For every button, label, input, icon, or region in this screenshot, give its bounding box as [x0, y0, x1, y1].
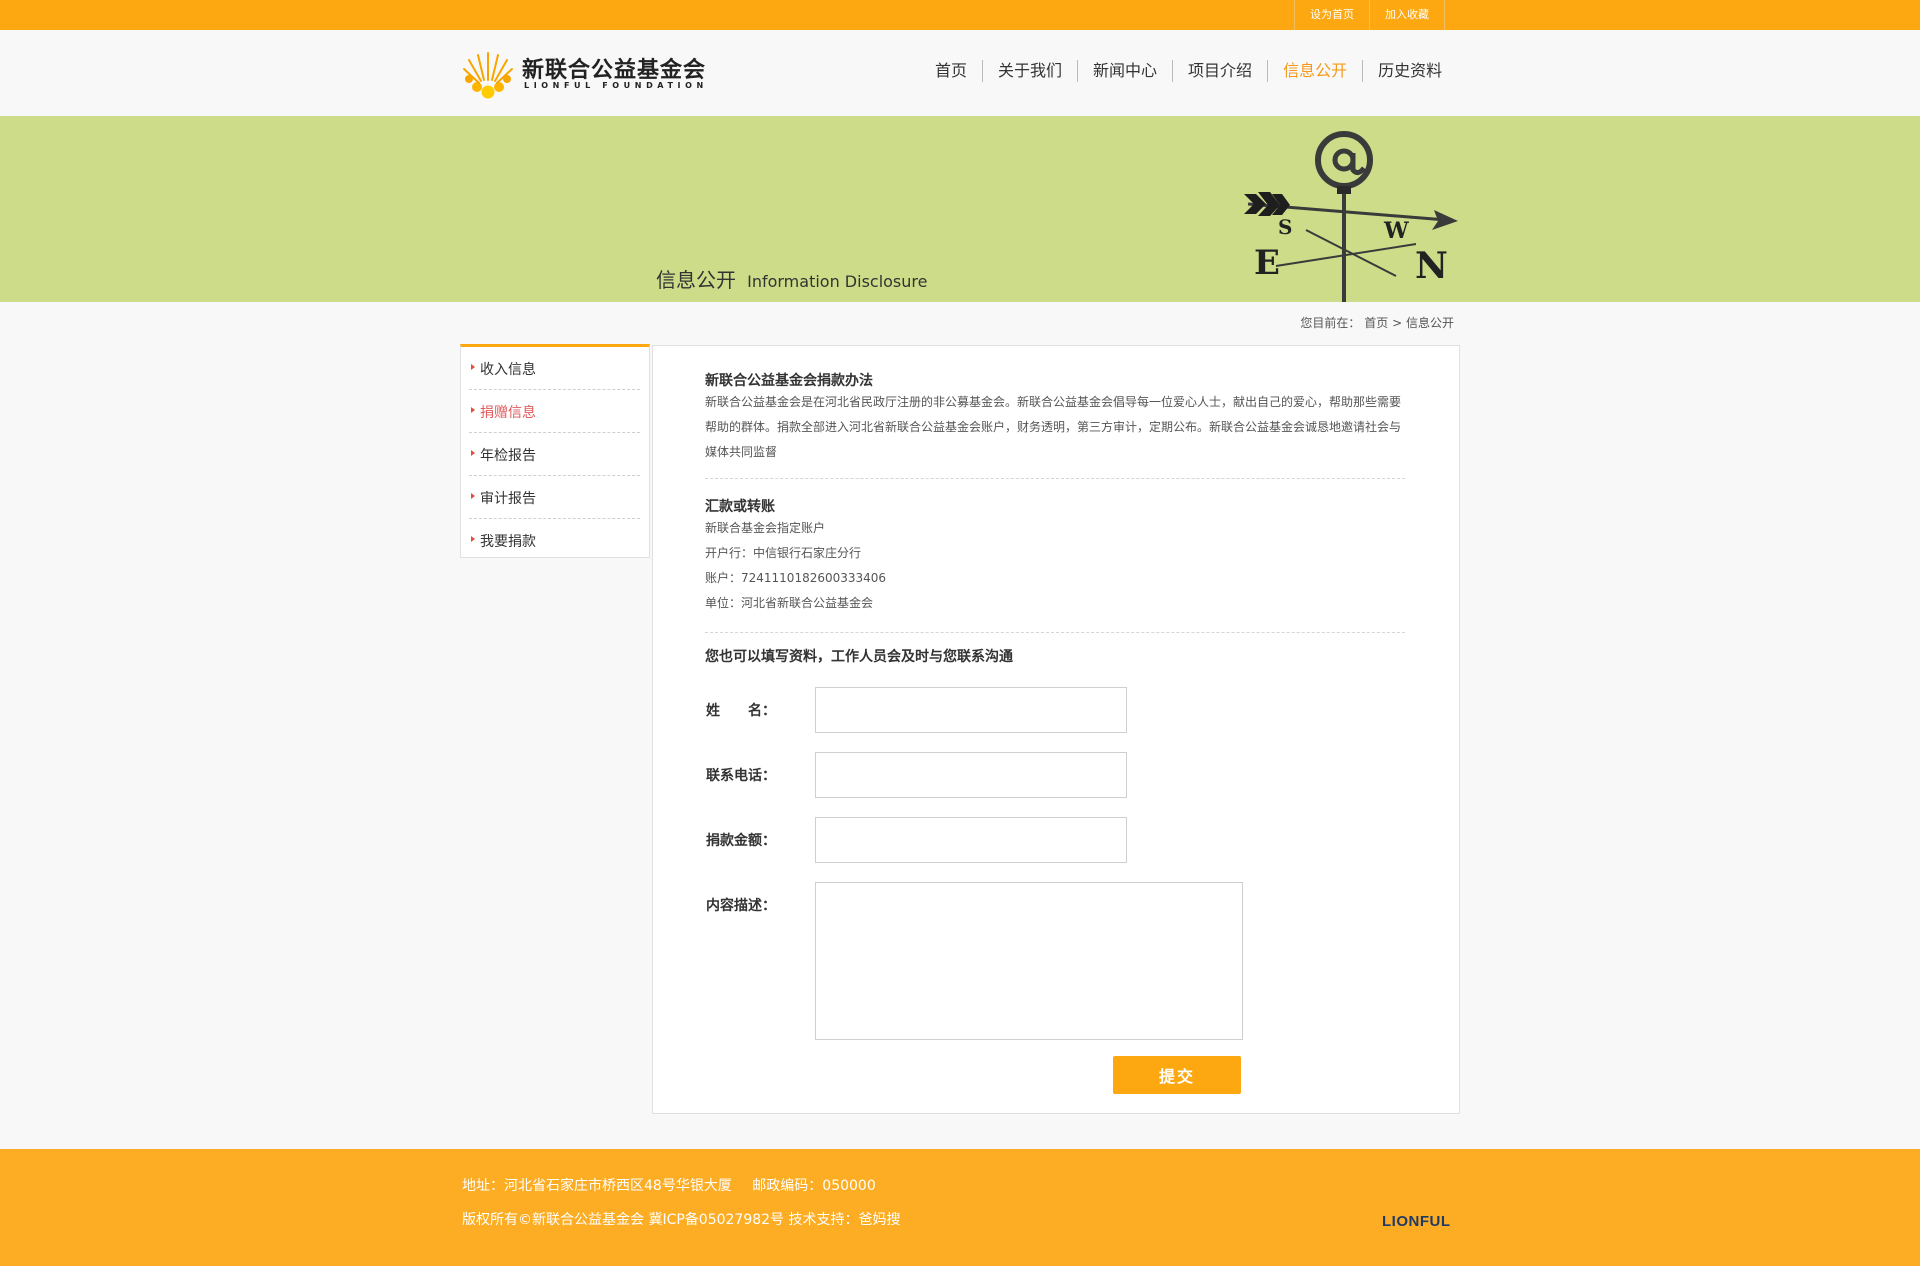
amount-label: 捐款金额：	[706, 833, 776, 849]
sidebar-item-label: 我要捐款	[480, 534, 536, 550]
nav-history[interactable]: 历史资料	[1362, 60, 1457, 82]
transfer-line: 新联合基金会指定账户	[705, 521, 826, 535]
transfer-line: 账户：7241110182600333406	[705, 571, 887, 585]
add-favorite-link[interactable]: 加入收藏	[1369, 0, 1445, 30]
breadcrumb-home[interactable]: 首页	[1364, 316, 1388, 330]
nav-about[interactable]: 关于我们	[982, 60, 1077, 82]
footer-postcode: 邮政编码：050000	[752, 1178, 876, 1194]
sidebar-item-label: 审计报告	[480, 491, 536, 507]
footer-address: 地址：河北省石家庄市桥西区48号华银大厦	[462, 1178, 732, 1194]
logo[interactable]: 新联合公益基金会 LIONFUL FOUNDATION	[460, 50, 705, 100]
sidebar-item-audit-report[interactable]: 审计报告	[469, 476, 640, 519]
name-input[interactable]	[815, 687, 1127, 733]
nav-projects[interactable]: 项目介绍	[1172, 60, 1267, 82]
name-label: 姓 名：	[706, 703, 776, 719]
weathervane-icon: E N W S	[1244, 131, 1458, 302]
description-textarea[interactable]	[815, 882, 1243, 1040]
sidebar-arrow-icon	[471, 450, 475, 456]
set-homepage-link[interactable]: 设为首页	[1294, 0, 1369, 30]
logo-text-en: LIONFUL FOUNDATION	[524, 81, 708, 90]
transfer-section: 汇款或转账 新联合基金会指定账户 开户行：中信银行石家庄分行 账户：724111…	[705, 496, 1405, 616]
donation-method-section: 新联合公益基金会捐款办法 新联合公益基金会是在河北省民政厅注册的非公募基金会。新…	[705, 370, 1405, 465]
top-links: 设为首页 加入收藏	[1294, 0, 1445, 30]
transfer-line: 单位：河北省新联合公益基金会	[705, 596, 874, 610]
breadcrumb: 您目前在： 首页 > 信息公开	[1200, 314, 1454, 331]
amount-input[interactable]	[815, 817, 1127, 863]
phone-input[interactable]	[815, 752, 1127, 798]
footer: 地址：河北省石家庄市桥西区48号华银大厦 邮政编码：050000 版权所有©新联…	[0, 1149, 1920, 1266]
svg-text:E: E	[1254, 243, 1280, 283]
svg-text:W: W	[1383, 218, 1409, 244]
transfer-line: 开户行：中信银行石家庄分行	[705, 546, 862, 560]
main-nav: 首页 关于我们 新闻中心 项目介绍 信息公开 历史资料	[920, 60, 1457, 86]
banner-title-en: Information Disclosure	[747, 272, 928, 291]
divider	[705, 478, 1405, 479]
description-label: 内容描述：	[706, 898, 776, 914]
banner-title-cn: 信息公开	[656, 268, 736, 292]
sidebar-item-donations[interactable]: 捐赠信息	[469, 390, 640, 433]
banner: 信息公开 Information Disclosure E N W S	[0, 116, 1920, 302]
sidebar-arrow-icon	[471, 407, 475, 413]
sun-logo-icon	[463, 52, 513, 99]
sidebar-item-label: 捐赠信息	[480, 405, 536, 421]
sidebar-item-annual-report[interactable]: 年检报告	[469, 433, 640, 476]
sidebar-item-income[interactable]: 收入信息	[469, 347, 640, 390]
nav-home[interactable]: 首页	[920, 60, 982, 82]
banner-title: 信息公开 Information Disclosure	[656, 264, 927, 293]
svg-text:N: N	[1415, 245, 1448, 287]
form-intro-text: 您也可以填写资料，工作人员会及时与您联系沟通	[705, 649, 1013, 665]
nav-disclosure[interactable]: 信息公开	[1267, 60, 1362, 82]
top-bar: 设为首页 加入收藏	[0, 0, 1920, 30]
sidebar-arrow-icon	[471, 364, 475, 370]
nav-news[interactable]: 新闻中心	[1077, 60, 1172, 82]
breadcrumb-current: 信息公开	[1405, 316, 1454, 330]
sidebar-item-label: 年检报告	[480, 448, 536, 464]
sidebar-arrow-icon	[471, 536, 475, 542]
sidebar: 收入信息 捐赠信息 年检报告 审计报告 我要捐款	[460, 344, 650, 558]
phone-label: 联系电话：	[706, 768, 776, 784]
content-panel: 新联合公益基金会捐款办法 新联合公益基金会是在河北省民政厅注册的非公募基金会。新…	[652, 345, 1460, 1114]
footer-address-line: 地址：河北省石家庄市桥西区48号华银大厦 邮政编码：050000	[462, 1175, 876, 1195]
footer-logo: LIONFUL	[1382, 1213, 1451, 1230]
header: 新联合公益基金会 LIONFUL FOUNDATION 首页 关于我们 新闻中心…	[0, 30, 1920, 116]
submit-button[interactable]: 提交	[1113, 1056, 1241, 1094]
donation-method-title: 新联合公益基金会捐款办法	[705, 373, 873, 389]
donation-method-text: 新联合公益基金会是在河北省民政厅注册的非公募基金会。新联合公益基金会倡导每一位爱…	[705, 395, 1402, 459]
breadcrumb-separator: >	[1392, 316, 1403, 330]
sidebar-item-donate[interactable]: 我要捐款	[469, 519, 640, 562]
divider	[705, 632, 1405, 633]
footer-copyright: 版权所有©新联合公益基金会 冀ICP备05027982号 技术支持：爸妈搜	[462, 1212, 901, 1228]
sidebar-arrow-icon	[471, 493, 475, 499]
transfer-title: 汇款或转账	[705, 499, 775, 515]
form-intro: 您也可以填写资料，工作人员会及时与您联系沟通	[705, 646, 1405, 666]
svg-text:S: S	[1278, 215, 1292, 239]
logo-text-cn: 新联合公益基金会	[522, 57, 707, 83]
sidebar-item-label: 收入信息	[480, 362, 536, 378]
breadcrumb-prefix: 您目前在：	[1300, 316, 1361, 330]
